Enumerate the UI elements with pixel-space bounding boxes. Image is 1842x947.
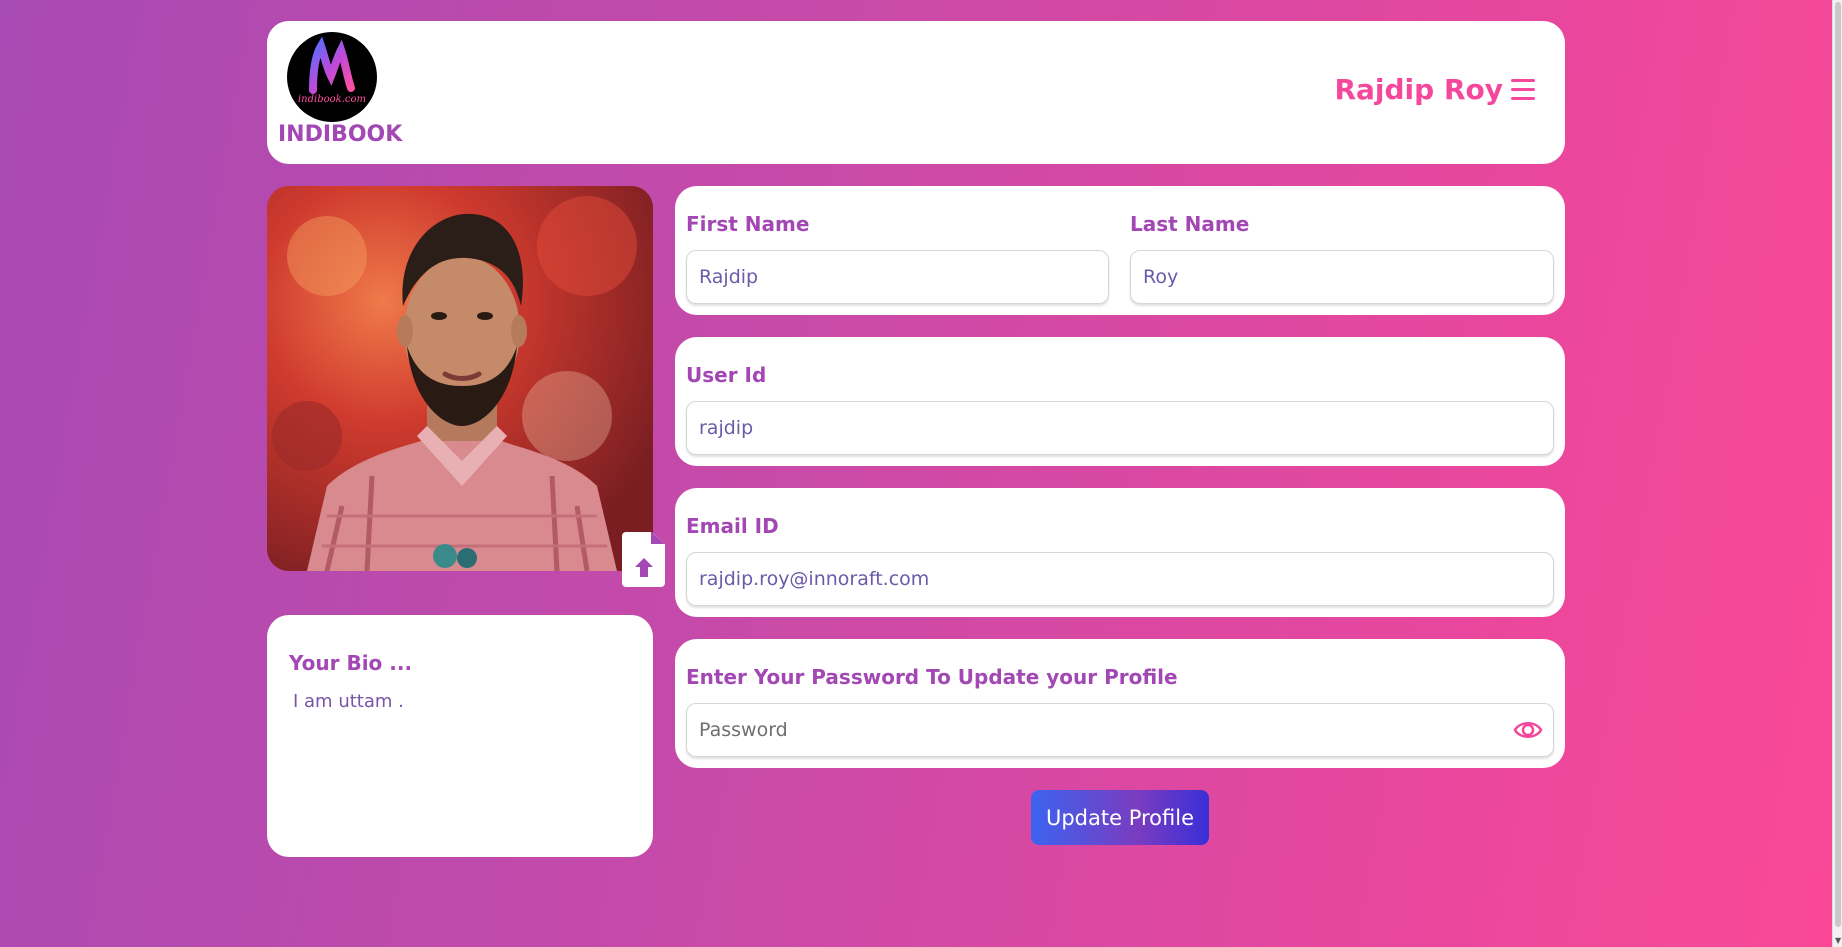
name-card: First Name Rajdip Last Name Roy: [675, 186, 1565, 315]
last-name-label: Last Name: [1130, 212, 1250, 236]
bio-card[interactable]: Your Bio ... I am uttam .: [267, 615, 653, 857]
profile-photo: [267, 186, 653, 571]
first-name-value: Rajdip: [699, 266, 759, 288]
profile-photo-image: [267, 186, 653, 571]
site-header: indibook.com INDIBOOK Rajdip Roy: [267, 21, 1565, 164]
user-menu[interactable]: Rajdip Roy: [1334, 73, 1535, 106]
file-fold-icon: [651, 532, 665, 544]
email-card: Email ID rajdip.roy@innoraft.com: [675, 488, 1565, 617]
logo-caption: indibook.com: [297, 94, 367, 105]
bio-textarea[interactable]: I am uttam .: [293, 691, 404, 712]
brand-name[interactable]: INDIBOOK: [278, 122, 402, 147]
logo[interactable]: indibook.com: [287, 32, 377, 122]
scrollbar-thumb[interactable]: [1835, 2, 1841, 927]
email-value: rajdip.roy@innoraft.com: [699, 568, 930, 590]
user-id-card: User Id rajdip: [675, 337, 1565, 466]
password-placeholder: Password: [699, 719, 788, 741]
password-card: Enter Your Password To Update your Profi…: [675, 639, 1565, 768]
password-input[interactable]: Password: [686, 703, 1554, 757]
email-label: Email ID: [686, 514, 779, 538]
upload-arrow-icon: [634, 558, 653, 577]
last-name-value: Roy: [1143, 266, 1179, 288]
last-name-input[interactable]: Roy: [1130, 250, 1554, 304]
password-label: Enter Your Password To Update your Profi…: [686, 665, 1178, 689]
email-input[interactable]: rajdip.roy@innoraft.com: [686, 552, 1554, 606]
user-id-value: rajdip: [699, 417, 754, 439]
update-profile-button[interactable]: Update Profile: [1031, 790, 1209, 845]
logo-mark-icon: [309, 36, 355, 94]
first-name-input[interactable]: Rajdip: [686, 250, 1109, 304]
user-id-input[interactable]: rajdip: [686, 401, 1554, 455]
user-name[interactable]: Rajdip Roy: [1334, 73, 1503, 106]
hamburger-icon[interactable]: [1511, 78, 1535, 101]
upload-photo-button[interactable]: [622, 532, 665, 587]
bio-title: Your Bio ...: [289, 651, 413, 675]
first-name-label: First Name: [686, 212, 810, 236]
scroll-down-arrow-icon[interactable]: ▼: [1835, 937, 1841, 945]
eye-icon[interactable]: [1513, 718, 1543, 742]
user-id-label: User Id: [686, 363, 767, 387]
page-scrollbar[interactable]: ▼: [1832, 0, 1842, 947]
